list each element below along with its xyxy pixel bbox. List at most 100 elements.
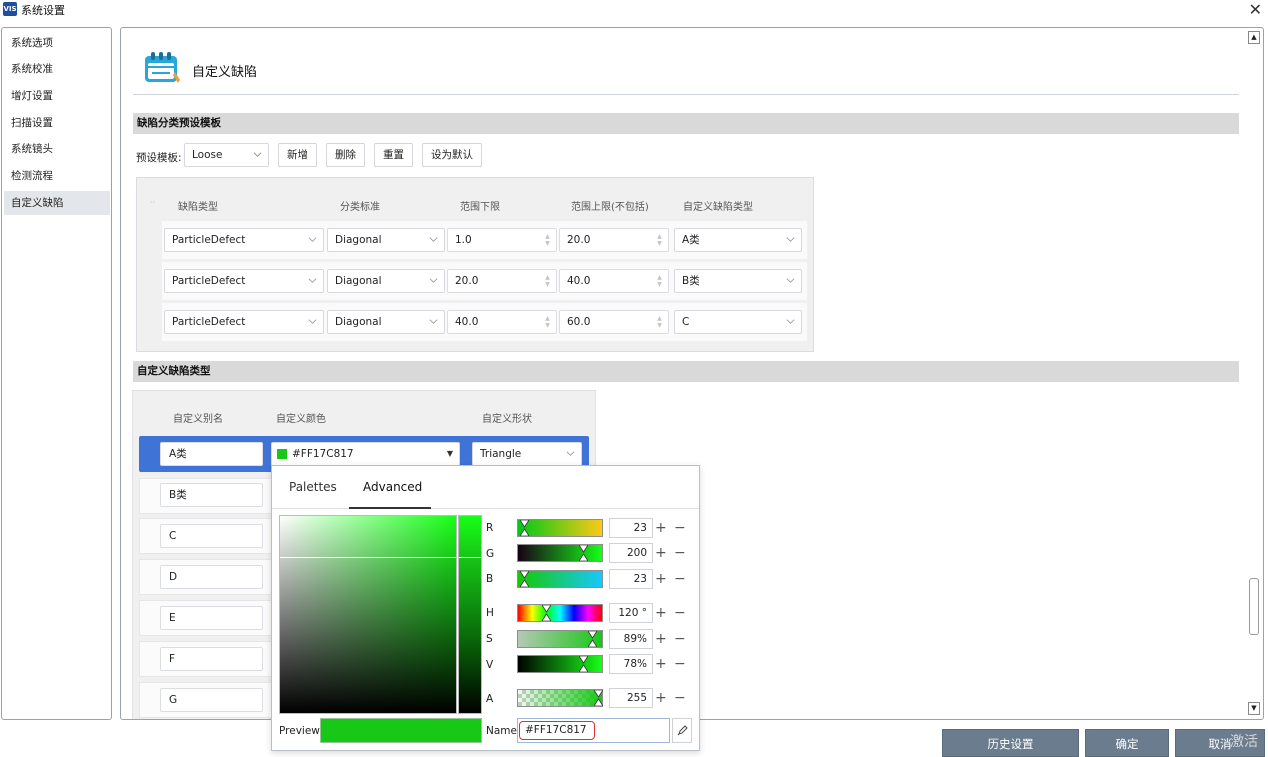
v-value[interactable]: 78%: [609, 654, 653, 674]
slider-handle-icon[interactable]: [594, 690, 603, 706]
max-spinbox[interactable]: 40.0 ▲ ▼: [559, 269, 669, 293]
b-slider[interactable]: [517, 570, 603, 588]
max-spinbox[interactable]: 20.0 ▲ ▼: [559, 228, 669, 252]
spin-arrows-icon[interactable]: ▲ ▼: [544, 233, 551, 247]
standard-select[interactable]: Diagonal: [327, 310, 445, 334]
close-icon[interactable]: ✕: [1249, 0, 1262, 19]
color-name-input[interactable]: #FF17C817: [517, 718, 670, 743]
spin-arrows-icon[interactable]: ▲ ▼: [544, 274, 551, 288]
tab-palettes[interactable]: Palettes: [289, 480, 337, 494]
r-minus-icon[interactable]: −: [674, 521, 686, 535]
add-button[interactable]: 新增: [278, 143, 317, 167]
s-value[interactable]: 89%: [609, 629, 653, 649]
slider-handle-icon[interactable]: [520, 571, 529, 587]
v-slider[interactable]: [517, 655, 603, 673]
ok-button[interactable]: 确定: [1085, 729, 1169, 757]
sidebar-item-scan-settings[interactable]: 扫描设置: [4, 111, 110, 135]
h-value[interactable]: 120 °: [609, 603, 653, 623]
g-minus-icon[interactable]: −: [674, 546, 686, 560]
g-plus-icon[interactable]: +: [655, 546, 667, 560]
chevron-down-icon: [566, 451, 575, 456]
v-minus-icon[interactable]: −: [674, 657, 686, 671]
slider-handle-icon[interactable]: [542, 605, 551, 621]
custom-type-select[interactable]: A类: [674, 228, 802, 252]
min-spinbox[interactable]: 1.0 ▲ ▼: [447, 228, 557, 252]
preset-select[interactable]: Loose: [184, 143, 269, 167]
col-standard: 分类标准: [340, 202, 380, 213]
slider-handle-icon[interactable]: [579, 545, 588, 561]
defect-type-select[interactable]: ParticleDefect: [164, 310, 324, 334]
s-slider[interactable]: [517, 630, 603, 648]
s-plus-icon[interactable]: +: [655, 632, 667, 646]
slider-handle-icon[interactable]: [520, 520, 529, 536]
scroll-thumb[interactable]: [1249, 578, 1259, 635]
s-minus-icon[interactable]: −: [674, 632, 686, 646]
r-plus-icon[interactable]: +: [655, 521, 667, 535]
custom-type-value: A类: [682, 234, 700, 246]
custom-type-select[interactable]: B类: [674, 269, 802, 293]
sidebar-item-inspection-flow[interactable]: 检测流程: [4, 164, 110, 188]
defect-type-select[interactable]: ParticleDefect: [164, 269, 324, 293]
sidebar-item-custom-defect[interactable]: 自定义缺陷: [4, 191, 110, 215]
chevron-down-icon: [786, 237, 795, 242]
spin-arrows-icon[interactable]: ▲ ▼: [656, 233, 663, 247]
min-spinbox[interactable]: 40.0 ▲ ▼: [447, 310, 557, 334]
a-value[interactable]: 255: [609, 688, 653, 708]
b-plus-icon[interactable]: +: [655, 572, 667, 586]
sidebar-item-system-options[interactable]: 系统选项: [4, 31, 110, 55]
sidebar-item-light-settings[interactable]: 增灯设置: [4, 84, 110, 108]
scroll-up-icon[interactable]: ▲: [1248, 31, 1260, 44]
v-plus-icon[interactable]: +: [655, 657, 667, 671]
min-value: 1.0: [455, 234, 472, 246]
color-select[interactable]: #FF17C817 ▼: [271, 442, 460, 466]
vertical-scrollbar[interactable]: ▲ ▼: [1246, 27, 1263, 720]
alias-input[interactable]: B类: [160, 483, 263, 507]
max-spinbox[interactable]: 60.0 ▲ ▼: [559, 310, 669, 334]
alias-input[interactable]: F: [160, 647, 263, 671]
chevron-down-icon: [429, 237, 438, 242]
spin-arrows-icon[interactable]: ▲ ▼: [656, 315, 663, 329]
r-slider[interactable]: [517, 519, 603, 537]
tab-advanced[interactable]: Advanced: [363, 480, 422, 494]
alias-input[interactable]: D: [160, 565, 263, 589]
spin-arrows-icon[interactable]: ▲ ▼: [544, 315, 551, 329]
slider-handle-icon[interactable]: [588, 631, 597, 647]
spin-arrows-icon[interactable]: ▲ ▼: [656, 274, 663, 288]
value-slider[interactable]: [458, 515, 482, 714]
sidebar-item-system-lens[interactable]: 系统镜头: [4, 137, 110, 161]
standard-select[interactable]: Diagonal: [327, 228, 445, 252]
a-minus-icon[interactable]: −: [674, 691, 686, 705]
standard-select[interactable]: Diagonal: [327, 269, 445, 293]
custom-type-select[interactable]: C: [674, 310, 802, 334]
eyedropper-button[interactable]: [672, 718, 692, 743]
reset-button[interactable]: 重置: [374, 143, 413, 167]
chevron-down-icon: [786, 319, 795, 324]
scroll-down-icon[interactable]: ▼: [1248, 702, 1260, 715]
h-slider[interactable]: [517, 604, 603, 622]
g-slider[interactable]: [517, 544, 603, 562]
slider-handle-icon[interactable]: [579, 656, 588, 672]
shape-select[interactable]: Triangle: [472, 442, 582, 466]
b-value[interactable]: 23: [609, 569, 653, 589]
g-value[interactable]: 200: [609, 543, 653, 563]
r-value[interactable]: 23: [609, 518, 653, 538]
alias-input[interactable]: G: [160, 688, 263, 712]
set-default-button[interactable]: 设为默认: [422, 143, 482, 167]
min-spinbox[interactable]: 20.0 ▲ ▼: [447, 269, 557, 293]
saturation-value-picker[interactable]: [279, 515, 459, 714]
b-minus-icon[interactable]: −: [674, 572, 686, 586]
watermark: 激活: [1230, 734, 1258, 750]
delete-button[interactable]: 删除: [326, 143, 365, 167]
alias-input[interactable]: C: [160, 524, 263, 548]
h-minus-icon[interactable]: −: [674, 606, 686, 620]
defect-type-select[interactable]: ParticleDefect: [164, 228, 324, 252]
history-settings-button[interactable]: 历史设置: [942, 729, 1079, 757]
sidebar-item-system-calibration[interactable]: 系统校准: [4, 57, 110, 81]
alias-input[interactable]: A类: [160, 442, 263, 466]
color-name-value[interactable]: #FF17C817: [519, 721, 595, 740]
a-plus-icon[interactable]: +: [655, 691, 667, 705]
h-plus-icon[interactable]: +: [655, 606, 667, 620]
standard-value: Diagonal: [335, 275, 382, 287]
alias-input[interactable]: E: [160, 606, 263, 630]
a-slider[interactable]: [517, 689, 603, 707]
